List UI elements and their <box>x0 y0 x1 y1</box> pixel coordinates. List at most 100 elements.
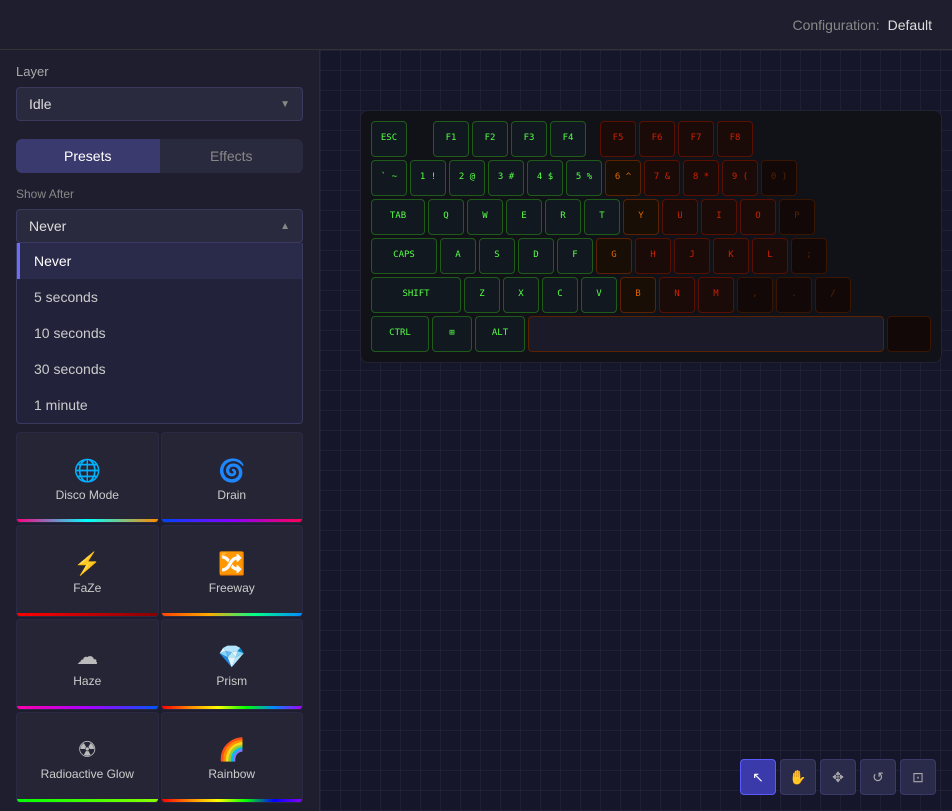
key-comma[interactable]: , <box>737 277 773 313</box>
key-f8[interactable]: F8 <box>717 121 753 157</box>
preset-bar-haze <box>17 706 158 709</box>
key-y[interactable]: Y <box>623 199 659 235</box>
key-z[interactable]: Z <box>464 277 500 313</box>
preset-name-rainbow: Rainbow <box>208 767 255 781</box>
preset-icon-freeway: 🔀 <box>218 551 245 577</box>
key-f2[interactable]: F2 <box>472 121 508 157</box>
key-f[interactable]: F <box>557 238 593 274</box>
preset-item-drain[interactable]: 🌀 Drain <box>161 432 304 523</box>
key-l[interactable]: L <box>752 238 788 274</box>
toolbar-btn-select[interactable]: ↖ <box>740 759 776 795</box>
toolbar-btn-pan[interactable]: ✋ <box>780 759 816 795</box>
key-5[interactable]: 5 % <box>566 160 602 196</box>
key-alt[interactable]: ALT <box>475 316 525 352</box>
key-0[interactable]: 0 ) <box>761 160 797 196</box>
key-f5[interactable]: F5 <box>600 121 636 157</box>
preset-icon-faze: ⚡ <box>74 551 101 577</box>
presets-grid: 🌐 Disco Mode 🌀 Drain ⚡ FaZe 🔀 Freeway ☁ … <box>0 424 319 811</box>
key-ralt[interactable] <box>887 316 931 352</box>
toolbar-btn-redo[interactable]: ⊡ <box>900 759 936 795</box>
preset-name-freeway: Freeway <box>209 581 255 595</box>
preset-item-freeway[interactable]: 🔀 Freeway <box>161 525 304 616</box>
key-slash[interactable]: / <box>815 277 851 313</box>
key-i[interactable]: I <box>701 199 737 235</box>
key-a[interactable]: A <box>440 238 476 274</box>
key-w[interactable]: W <box>467 199 503 235</box>
preset-item-disco-mode[interactable]: 🌐 Disco Mode <box>16 432 159 523</box>
key-h[interactable]: H <box>635 238 671 274</box>
key-f3[interactable]: F3 <box>511 121 547 157</box>
tab-presets[interactable]: Presets <box>16 139 160 173</box>
dropdown-menu: Never5 seconds10 seconds30 seconds1 minu… <box>16 243 303 424</box>
preset-bar-rainbow <box>162 799 303 802</box>
key-3[interactable]: 3 # <box>488 160 524 196</box>
sidebar: Layer Idle ▼ Presets Effects Show After … <box>0 50 320 811</box>
key-win[interactable]: ⊞ <box>432 316 472 352</box>
key-tab[interactable]: TAB <box>371 199 425 235</box>
key-f4[interactable]: F4 <box>550 121 586 157</box>
preset-name-disco-mode: Disco Mode <box>56 488 119 502</box>
keyboard-wrapper: ESC F1 F2 F3 F4 F5 F6 F7 F8 ` ~ 1 ! 2 @ <box>360 110 942 363</box>
key-j[interactable]: J <box>674 238 710 274</box>
toolbar-btn-undo[interactable]: ↺ <box>860 759 896 795</box>
key-semi[interactable]: ; <box>791 238 827 274</box>
preset-bar-freeway <box>162 613 303 616</box>
dropdown-item-never[interactable]: Never <box>17 243 302 279</box>
key-k[interactable]: K <box>713 238 749 274</box>
preset-item-rainbow[interactable]: 🌈 Rainbow <box>161 712 304 803</box>
key-t[interactable]: T <box>584 199 620 235</box>
preset-icon-prism: 💎 <box>218 644 245 670</box>
preset-item-haze[interactable]: ☁ Haze <box>16 619 159 710</box>
key-esc[interactable]: ESC <box>371 121 407 157</box>
dropdown-item-1-minute[interactable]: 1 minute <box>17 387 302 423</box>
key-s[interactable]: S <box>479 238 515 274</box>
key-9[interactable]: 9 ( <box>722 160 758 196</box>
dropdown-value: Never <box>29 218 66 234</box>
key-7[interactable]: 7 & <box>644 160 680 196</box>
key-e[interactable]: E <box>506 199 542 235</box>
key-n[interactable]: N <box>659 277 695 313</box>
key-8[interactable]: 8 * <box>683 160 719 196</box>
toolbar-btn-move[interactable]: ✥ <box>820 759 856 795</box>
layer-section: Layer Idle ▼ <box>0 50 319 131</box>
key-shift[interactable]: SHIFT <box>371 277 461 313</box>
key-f7[interactable]: F7 <box>678 121 714 157</box>
preset-item-faze[interactable]: ⚡ FaZe <box>16 525 159 616</box>
layer-select[interactable]: Idle ▼ <box>16 87 303 121</box>
key-space[interactable] <box>528 316 884 352</box>
preset-item-prism[interactable]: 💎 Prism <box>161 619 304 710</box>
preset-bar-prism <box>162 706 303 709</box>
key-r[interactable]: R <box>545 199 581 235</box>
key-row-zxcv: SHIFT Z X C V B N M , . / <box>371 277 931 313</box>
key-v[interactable]: V <box>581 277 617 313</box>
key-q[interactable]: Q <box>428 199 464 235</box>
show-after-label: Show After <box>16 187 303 201</box>
key-f1[interactable]: F1 <box>433 121 469 157</box>
key-period[interactable]: . <box>776 277 812 313</box>
key-f6[interactable]: F6 <box>639 121 675 157</box>
dropdown-item-10-seconds[interactable]: 10 seconds <box>17 315 302 351</box>
key-d[interactable]: D <box>518 238 554 274</box>
show-after-dropdown[interactable]: Never ▲ <box>16 209 303 243</box>
key-m[interactable]: M <box>698 277 734 313</box>
preset-item-radioactive-glow[interactable]: ☢ Radioactive Glow <box>16 712 159 803</box>
key-backtick[interactable]: ` ~ <box>371 160 407 196</box>
tab-effects[interactable]: Effects <box>160 139 304 173</box>
key-b[interactable]: B <box>620 277 656 313</box>
key-1[interactable]: 1 ! <box>410 160 446 196</box>
key-x[interactable]: X <box>503 277 539 313</box>
key-2[interactable]: 2 @ <box>449 160 485 196</box>
dropdown-item-5-seconds[interactable]: 5 seconds <box>17 279 302 315</box>
preset-bar-faze <box>17 613 158 616</box>
preset-bar-drain <box>162 519 303 522</box>
key-u[interactable]: U <box>662 199 698 235</box>
key-g[interactable]: G <box>596 238 632 274</box>
key-6[interactable]: 6 ^ <box>605 160 641 196</box>
key-ctrl[interactable]: CTRL <box>371 316 429 352</box>
key-4[interactable]: 4 $ <box>527 160 563 196</box>
dropdown-item-30-seconds[interactable]: 30 seconds <box>17 351 302 387</box>
key-p[interactable]: P <box>779 199 815 235</box>
key-o[interactable]: O <box>740 199 776 235</box>
key-c[interactable]: C <box>542 277 578 313</box>
key-caps[interactable]: CAPS <box>371 238 437 274</box>
